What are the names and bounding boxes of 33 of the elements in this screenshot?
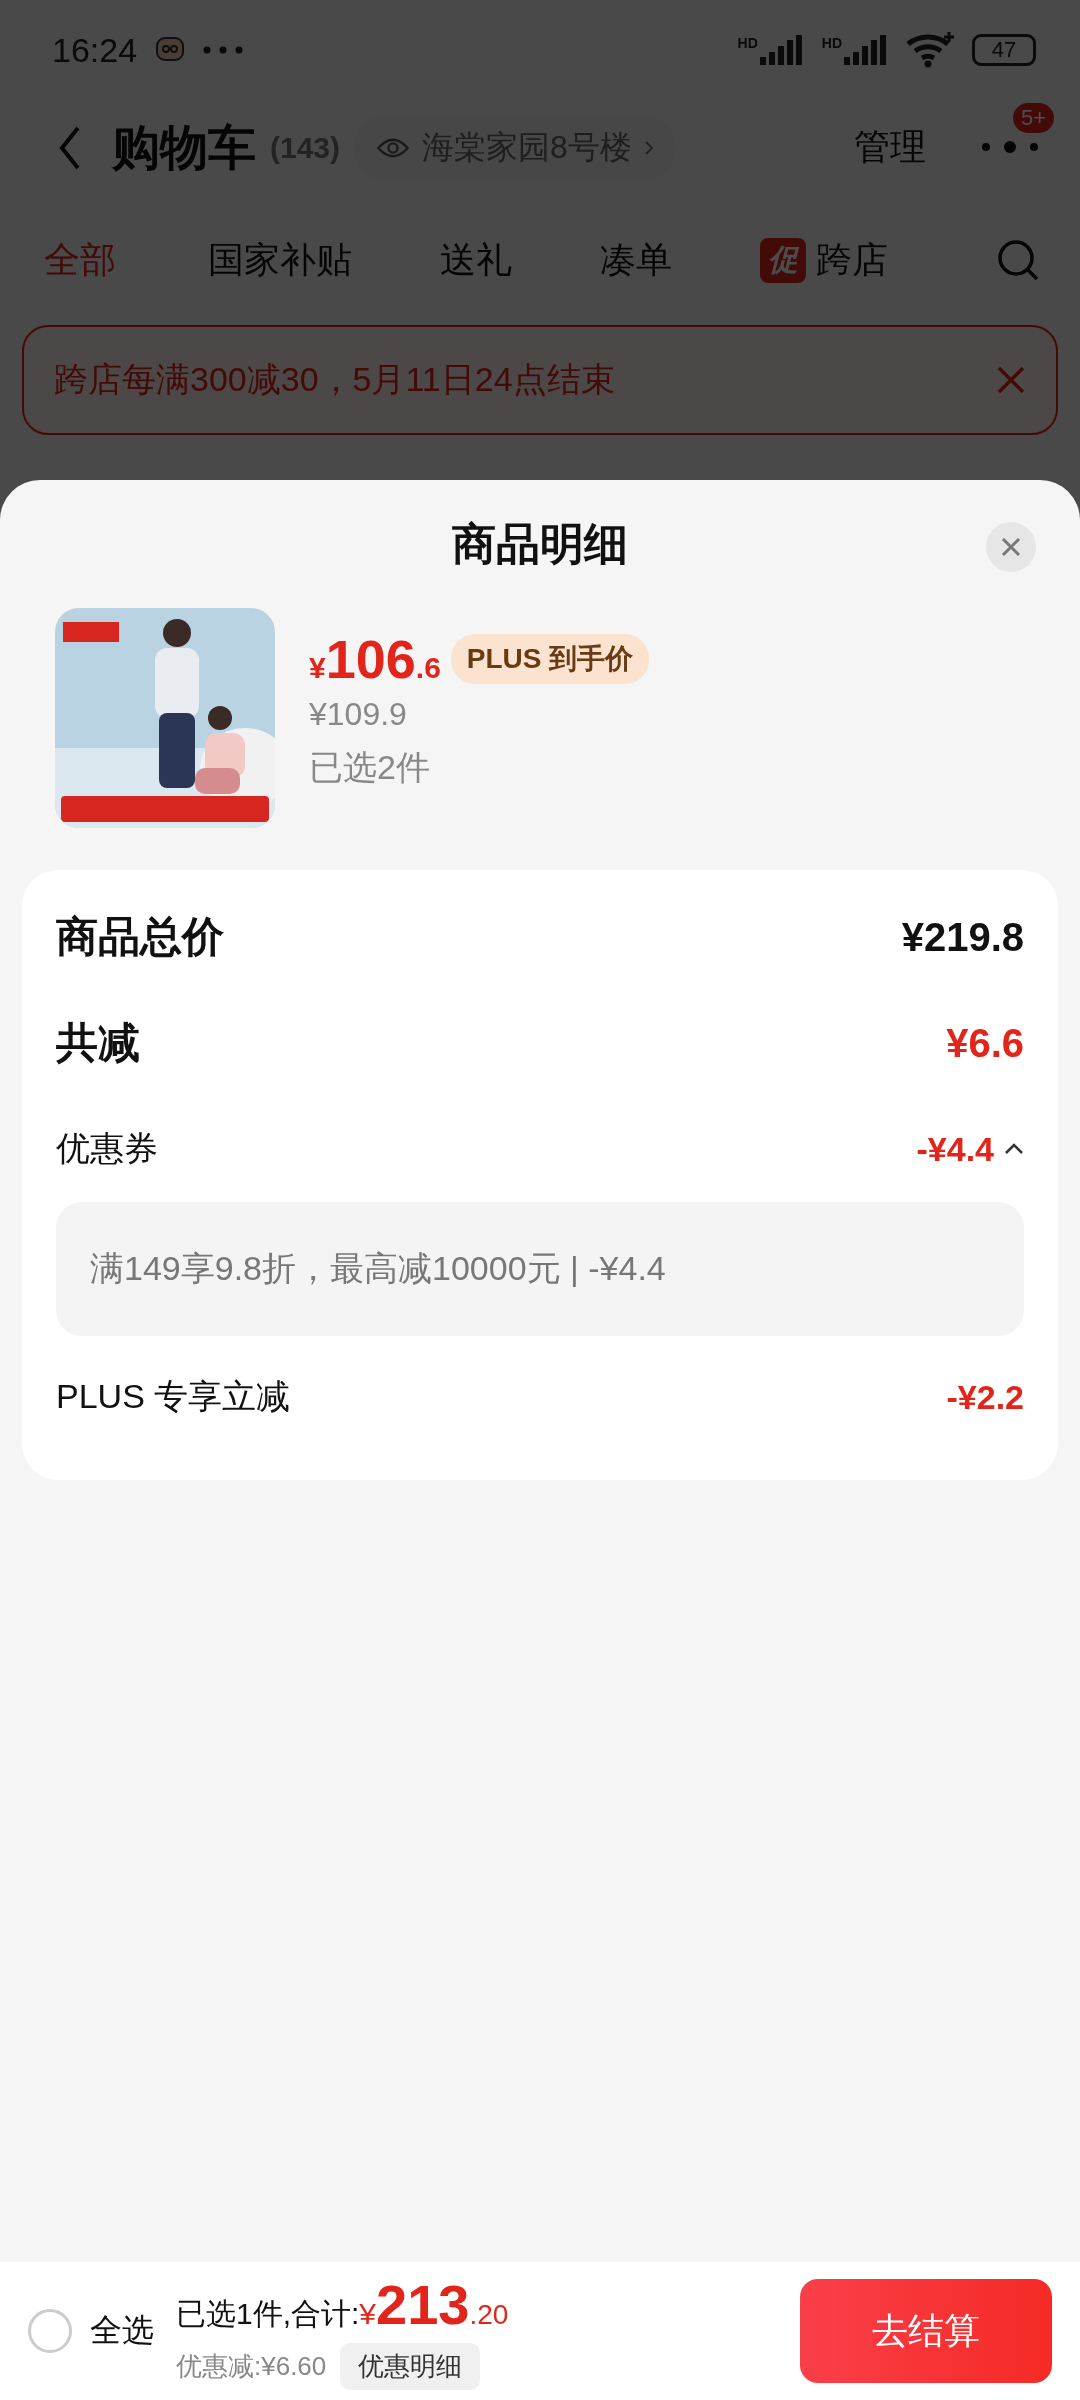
hd-label: HD [737, 35, 758, 51]
manage-button[interactable]: 管理 [854, 123, 926, 172]
discount-amount: 优惠减:¥6.60 [176, 2350, 327, 2383]
select-all-checkbox[interactable] [28, 2309, 72, 2353]
product-price: ¥106.6 [309, 628, 441, 690]
price-tag: PLUS 到手价 [450, 634, 650, 684]
chevron-up-icon[interactable] [1004, 1143, 1024, 1155]
summary-value: -¥4.4 [916, 1129, 994, 1169]
status-time: 16:24 [52, 30, 138, 70]
summary-value: -¥2.2 [946, 1377, 1024, 1417]
summary-value: ¥6.6 [946, 1020, 1024, 1066]
tab[interactable]: 全部 [44, 235, 116, 285]
page-title: 购物车 [112, 119, 256, 176]
tab[interactable]: 国家补贴 [208, 235, 352, 285]
checkout-button[interactable]: 去结算 [800, 2279, 1052, 2383]
tab[interactable]: 送礼 [440, 235, 512, 285]
original-price: ¥109.9 [309, 696, 407, 733]
total-price: ¥213.20 [359, 2272, 509, 2337]
summary-label: 商品总价 [56, 912, 225, 962]
selected-summary: 已选1件,合计: [176, 2296, 360, 2332]
summary-value: ¥219.8 [901, 914, 1024, 960]
summary-label: PLUS 专享立减 [56, 1376, 292, 1417]
promo-text: 跨店每满300减30，5月11日24点结束 [54, 359, 615, 400]
tab[interactable]: 凑单 [600, 235, 672, 285]
summary-label: 共减 [56, 1018, 141, 1068]
sheet-title: 商品明细 [452, 517, 628, 570]
hd-label: HD [821, 35, 842, 51]
selected-quantity: 已选2件 [309, 747, 430, 788]
discount-details-button[interactable]: 优惠明细 [340, 2343, 481, 2390]
coupon-detail: 满149享9.8折，最高减10000元 | -¥4.4 [56, 1202, 1024, 1336]
close-icon[interactable] [986, 522, 1036, 572]
select-all-label: 全选 [90, 2311, 154, 2350]
summary-label: 优惠券 [56, 1128, 159, 1169]
